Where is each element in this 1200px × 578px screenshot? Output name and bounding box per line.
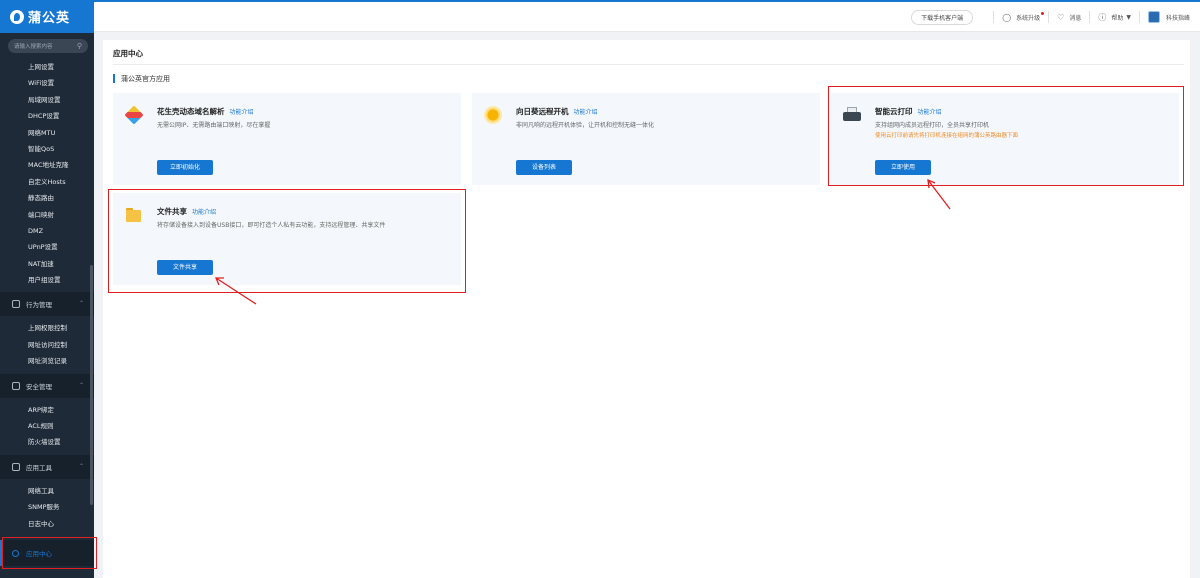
annotation-arrows: [215, 178, 951, 305]
arrow-to-file-share: [215, 277, 257, 305]
arrow-to-use-now: [927, 178, 951, 210]
